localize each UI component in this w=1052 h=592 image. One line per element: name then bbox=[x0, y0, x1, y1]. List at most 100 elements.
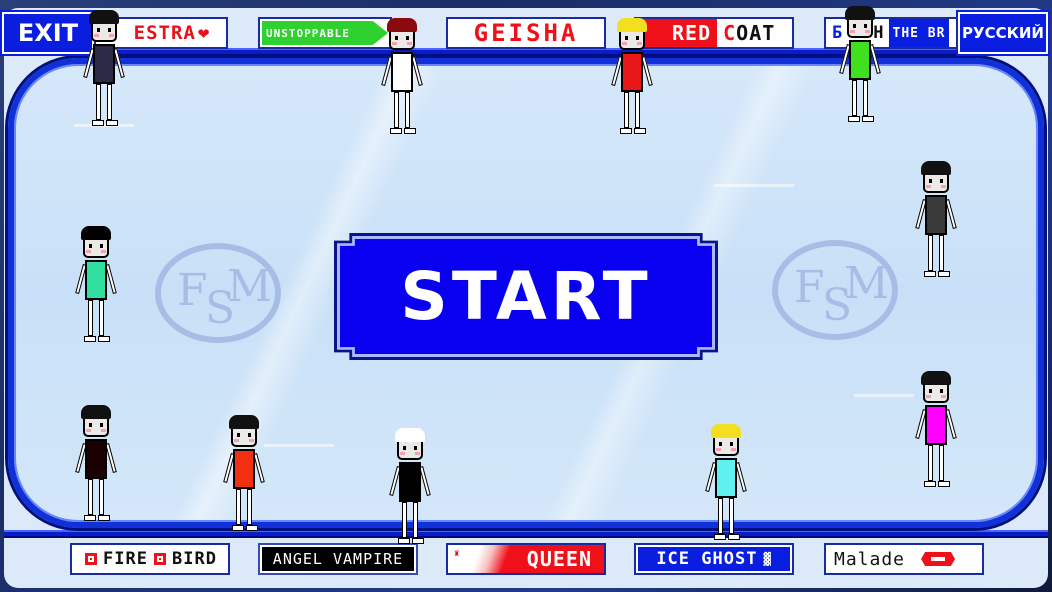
skater-blush bbox=[101, 250, 106, 253]
skater-leg bbox=[402, 502, 407, 538]
fire-icon bbox=[85, 553, 98, 565]
skate-icon bbox=[924, 481, 936, 487]
skate-icon bbox=[862, 116, 874, 122]
magenta-skater bbox=[914, 371, 958, 493]
skater-hair bbox=[89, 10, 119, 24]
skater-leg bbox=[624, 92, 629, 128]
ice-streak bbox=[714, 184, 794, 187]
skater-leg bbox=[413, 502, 418, 538]
skate-icon bbox=[728, 534, 740, 540]
skater-eye bbox=[100, 244, 103, 248]
skater-leg bbox=[718, 498, 723, 534]
skate-icon bbox=[714, 534, 726, 540]
skater-eye bbox=[100, 423, 103, 427]
skater-leg bbox=[939, 445, 944, 481]
skater-eye bbox=[89, 244, 92, 248]
skater-outfit bbox=[233, 449, 255, 489]
language-label: РУССКИЙ bbox=[962, 24, 1044, 42]
skater-hair bbox=[395, 428, 425, 442]
skater-eye bbox=[406, 36, 409, 40]
start-label: START bbox=[400, 258, 652, 335]
skater-eye bbox=[719, 442, 722, 446]
skater-eye bbox=[403, 446, 406, 450]
skater-leg bbox=[99, 300, 104, 336]
program-fire-bird[interactable]: FIRE BIRD bbox=[70, 543, 230, 575]
vampire-skater bbox=[74, 405, 118, 527]
program-red-coat[interactable]: RED COAT bbox=[634, 17, 794, 49]
skate-icon bbox=[398, 538, 410, 544]
skater-blush bbox=[941, 185, 946, 188]
skater-eye bbox=[853, 24, 856, 28]
red-coat-skater bbox=[610, 18, 654, 140]
skater-leg bbox=[99, 479, 104, 515]
skater-leg bbox=[928, 445, 933, 481]
bistro-skater-shako bbox=[838, 6, 882, 128]
skater-hair bbox=[921, 161, 951, 175]
skate-icon bbox=[106, 120, 118, 126]
language-button[interactable]: РУССКИЙ bbox=[956, 10, 1050, 56]
bird-icon bbox=[154, 553, 166, 565]
skater-outfit bbox=[399, 462, 421, 502]
skater-leg bbox=[236, 489, 241, 525]
skater-blush bbox=[407, 42, 412, 45]
skater-outfit bbox=[85, 260, 107, 300]
skater-blush bbox=[865, 30, 870, 33]
logo-letter-f: F bbox=[177, 265, 208, 316]
program-badge: UNSTOPPABLE bbox=[262, 21, 388, 45]
skater-blush bbox=[926, 185, 931, 188]
program-label: GEISHA bbox=[473, 19, 579, 47]
start-button[interactable]: START bbox=[334, 233, 718, 360]
fsm-logo-right: F S M bbox=[772, 240, 898, 340]
skate-icon bbox=[848, 116, 860, 122]
rink-top-rail bbox=[4, 48, 1048, 56]
skater-outfit bbox=[621, 52, 643, 92]
skate-icon bbox=[232, 525, 244, 531]
lips-icon bbox=[921, 552, 956, 566]
program-ice-ghost[interactable]: ICE GHOST ▓ bbox=[634, 543, 794, 575]
rink-bottom-rail bbox=[4, 530, 1048, 538]
program-label: QUEEN bbox=[526, 547, 592, 571]
skater-leg bbox=[247, 489, 252, 525]
skater-eye bbox=[940, 389, 943, 393]
skater-hair bbox=[617, 18, 647, 32]
skater-eye bbox=[395, 36, 398, 40]
skater-outfit bbox=[925, 405, 947, 445]
skater-leg bbox=[863, 80, 868, 116]
skater-blush bbox=[392, 42, 397, 45]
skater-eye bbox=[864, 24, 867, 28]
skater-blush bbox=[400, 452, 405, 455]
ghost-icon: ▓ bbox=[763, 552, 772, 566]
skater-leg bbox=[107, 84, 112, 120]
program-queen[interactable]: ♜ QUEEN bbox=[446, 543, 606, 575]
skater-eye bbox=[89, 423, 92, 427]
skater-leg bbox=[928, 235, 933, 271]
program-label: ICE GHOST bbox=[656, 549, 758, 569]
skater-blush bbox=[109, 34, 114, 37]
skater-leg bbox=[729, 498, 734, 534]
program-label: UNSTOPPABLE bbox=[266, 26, 350, 40]
skate-icon bbox=[390, 128, 402, 134]
skater-outfit bbox=[849, 40, 871, 80]
exit-label: EXIT bbox=[17, 19, 79, 47]
exit-button[interactable]: EXIT bbox=[0, 10, 96, 56]
skate-icon bbox=[84, 515, 96, 521]
estra-skater bbox=[82, 10, 126, 132]
skater-blush bbox=[249, 439, 254, 442]
program-malade[interactable]: Malade bbox=[824, 543, 984, 575]
skater-eye bbox=[625, 36, 628, 40]
skater-hair bbox=[81, 226, 111, 240]
program-geisha[interactable]: GEISHA bbox=[446, 17, 606, 49]
back-facing-skater bbox=[74, 226, 118, 348]
program-label-coat: COAT bbox=[717, 21, 775, 45]
skate-icon bbox=[620, 128, 632, 134]
skater-blush bbox=[637, 42, 642, 45]
skater-eye bbox=[414, 446, 417, 450]
skater-eye bbox=[237, 433, 240, 437]
skater-blush bbox=[941, 395, 946, 398]
skater-outfit bbox=[85, 439, 107, 479]
ice-streak bbox=[854, 394, 914, 397]
skater-leg bbox=[88, 479, 93, 515]
skater-eye bbox=[940, 179, 943, 183]
skater-blush bbox=[622, 42, 627, 45]
program-unstoppable[interactable]: UNSTOPPABLE bbox=[258, 17, 392, 49]
